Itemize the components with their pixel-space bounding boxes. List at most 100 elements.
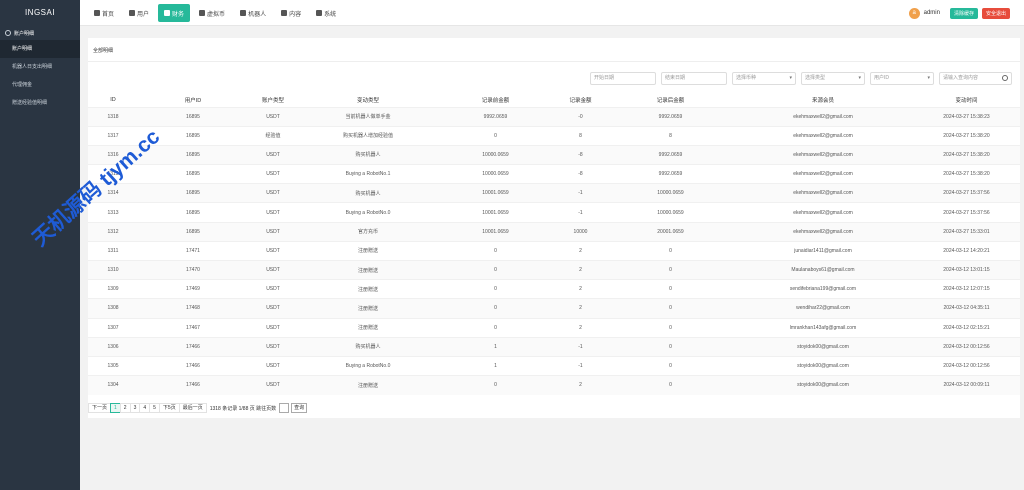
column-header: 记录前金额 (481, 97, 510, 104)
document-icon (281, 10, 288, 16)
avatar[interactable]: a (908, 7, 920, 19)
table-cell: USDT (266, 151, 280, 158)
table-cell: 10000.0659 (657, 190, 684, 197)
table-cell: 1308 (107, 305, 119, 312)
table-cell: 10000.0659 (657, 209, 684, 216)
wallet-icon (164, 10, 171, 16)
table-cell: 1310 (107, 267, 119, 274)
table-cell: ekehmaxwell2@gmail.com (793, 132, 853, 139)
table-cell: 9992.0659 (658, 113, 683, 120)
sidebar-item[interactable]: 账户明细 (0, 40, 80, 58)
table-cell: -8 (578, 151, 583, 158)
table-cell: ekehmaxwell2@gmail.com (793, 171, 853, 178)
clear-cache-button[interactable]: 清除缓存 (949, 7, 978, 19)
table-cell: 1304 (107, 382, 119, 389)
table-cell: 9992.0659 (658, 171, 683, 178)
table-cell: 1315 (107, 171, 119, 178)
sidebar-group-account[interactable]: 账户明细 (0, 26, 80, 40)
filter-bar: 开始日期 结束日期 选择币种 ▾ 选择类型 ▾ 用户ID ▾ 请输入查询内容 (590, 72, 1017, 85)
table-cell: 17467 (186, 324, 200, 331)
table-cell: -8 (578, 171, 583, 178)
nav-item[interactable]: 系统 (310, 4, 342, 22)
nav-item[interactable]: 虚拟币 (193, 4, 231, 22)
column-header: ID (110, 96, 116, 103)
table-cell: 16895 (186, 132, 200, 139)
table-cell: ekehmaxwell2@gmail.com (793, 151, 853, 158)
table-row: 1316 16895 USDT 购买机器人 10000.0659 -8 9992.0659 e… (88, 145, 1020, 165)
prev-page-button[interactable]: 下一页 (88, 403, 112, 413)
user-id-select[interactable]: 用户ID ▾ (870, 72, 934, 85)
search-icon[interactable] (1002, 75, 1008, 81)
nav-item[interactable]: 机器人 (234, 4, 272, 22)
card-title: 全部明细 (93, 48, 114, 54)
column-header: 变动类型 (356, 97, 379, 104)
table-cell: 购买机器人 (355, 344, 381, 351)
table-cell: 2024-03-12 12:07:15 (943, 286, 990, 293)
coin-select[interactable]: 选择币种 ▾ (732, 72, 796, 85)
nav-item-label: 首页 (102, 11, 115, 18)
end-date-placeholder: 结束日期 (665, 75, 686, 81)
table-cell: USDT (266, 382, 280, 389)
page-jump-button[interactable]: 查询 (291, 403, 308, 413)
table-cell: Buying a RobotNo.0 (345, 209, 391, 216)
table-cell: 经验值 (265, 133, 281, 140)
table-cell: 2024-03-12 13:01:15 (943, 267, 990, 274)
table-row: 1318 16895 USDT 当前机器人做单手金 9992.0659 -0 9992.06… (88, 107, 1020, 127)
nav-item[interactable]: 财务 (158, 4, 191, 22)
nav-item[interactable]: 用户 (123, 4, 155, 22)
table-row: 1304 17466 USDT 注册赠送 0 2 0 stoyidok00@gmail.com… (88, 375, 1020, 395)
nav-item-label: 内容 (289, 11, 302, 18)
table-cell: 注册赠送 (357, 382, 378, 389)
table-cell: ekehmaxwell2@gmail.com (793, 209, 853, 216)
table-cell: 1309 (107, 286, 119, 293)
table-cell: 0 (494, 247, 497, 254)
table-cell: USDT (266, 247, 280, 254)
username[interactable]: admin (924, 10, 940, 16)
table-cell: 注册赠送 (357, 267, 378, 274)
sidebar-item[interactable]: 赠送经验值明细 (0, 94, 80, 112)
table-cell: wendihar22@gmail.com (796, 305, 850, 312)
nav-item-label: 机器人 (248, 11, 267, 18)
table-cell: -1 (578, 190, 583, 197)
table-cell: 17469 (186, 286, 200, 293)
table-cell: 2024-03-27 15:38:23 (943, 113, 990, 120)
table-cell: 官方充币 (357, 229, 378, 236)
table-cell: ekehmaxwell2@gmail.com (793, 190, 853, 197)
end-date-input[interactable]: 结束日期 (661, 72, 727, 85)
table-cell: Buying a RobotNo.0 (345, 363, 391, 370)
table-row: 1306 17466 USDT 购买机器人 1 -1 0 stoyidok00@gmail.c… (88, 337, 1020, 357)
last-page-button[interactable]: 最后一页 (178, 403, 207, 413)
search-input[interactable]: 请输入查询内容 (939, 72, 1012, 85)
pagination: 下一页 1 2 3 4 5 下5页 最后一页 1318 条记录 1/88 页 跳往页数 查询 (88, 403, 308, 413)
detail-table: ID 用户ID 账户类型 变动类型 记录前金额 记录金额 记录后金额 来源会员 变动时间 131… (88, 93, 1020, 395)
nav-item[interactable]: 首页 (88, 4, 120, 22)
table-cell: 购买机器人增加经验值 (342, 133, 393, 140)
next-five-pages-button[interactable]: 下5页 (158, 403, 180, 413)
page-jump-input[interactable] (279, 403, 290, 413)
table-cell: 1316 (107, 151, 119, 158)
table-cell: 2 (579, 305, 582, 312)
type-select[interactable]: 选择类型 ▾ (801, 72, 865, 85)
nav-item-label: 财务 (172, 11, 185, 18)
logout-button[interactable]: 安全退出 (981, 7, 1010, 19)
column-header: 变动时间 (955, 97, 978, 104)
start-date-input[interactable]: 开始日期 (590, 72, 656, 85)
table-cell: 17468 (186, 305, 200, 312)
start-date-placeholder: 开始日期 (594, 75, 615, 81)
table-cell: 17470 (186, 267, 200, 274)
column-header: 记录金额 (569, 97, 592, 104)
table-row: 1315 16895 USDT Buying a RobotNo.1 10000.065… (88, 164, 1020, 184)
table-cell: 2024-03-12 14:20:21 (943, 247, 990, 254)
table-cell: 16895 (186, 171, 200, 178)
table-row: 1305 17466 USDT Buying a RobotNo.0 1 -1 0 stoyi… (88, 356, 1020, 375)
table-cell: 16895 (186, 113, 200, 120)
table-cell: 16895 (186, 190, 200, 197)
nav-item[interactable]: 内容 (275, 4, 307, 22)
table-row: 1310 17470 USDT 注册赠送 0 2 0 Maulanaboys61@gmail.… (88, 260, 1020, 280)
column-header: 账户类型 (261, 97, 284, 104)
table-cell: 购买机器人 (355, 152, 381, 159)
table-row: 1309 17469 USDT 注册赠送 0 2 0 sendifebriana199@gma… (88, 279, 1020, 299)
table-cell: USDT (266, 324, 280, 331)
sidebar-item[interactable]: 代理佣金 (0, 76, 80, 94)
sidebar-item[interactable]: 机器人日支出明细 (0, 58, 80, 76)
